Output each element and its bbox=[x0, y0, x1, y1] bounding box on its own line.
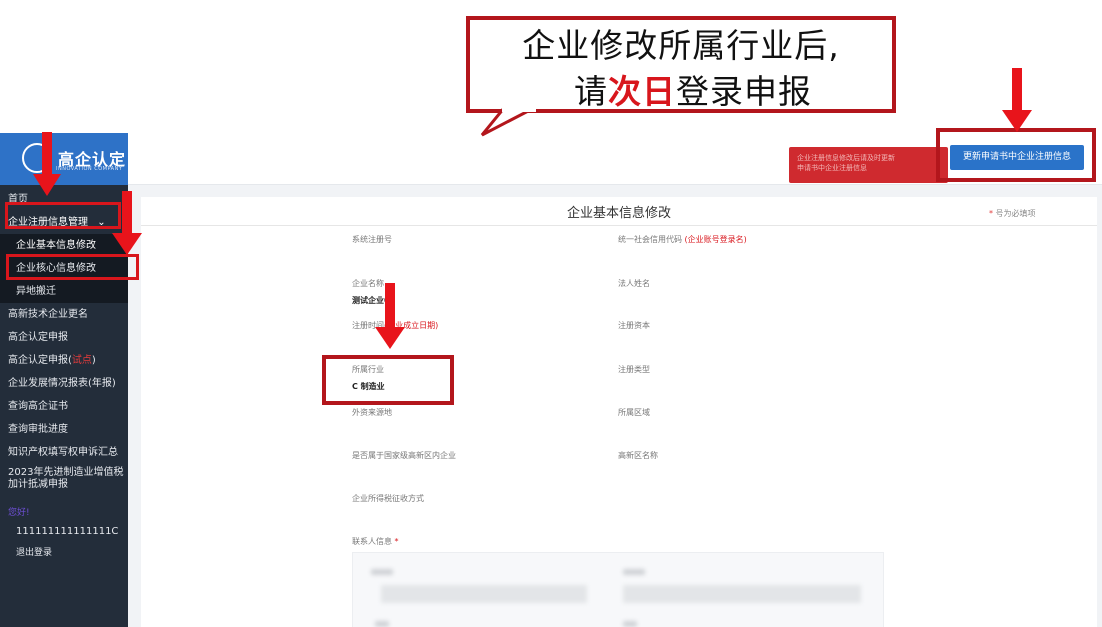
field-label-contact: 联系人信息 * bbox=[352, 536, 399, 547]
contact-required-star: * bbox=[394, 537, 399, 546]
notice-line-1: 企业注册信息修改后请及时更新 bbox=[797, 154, 895, 162]
blurred-field[interactable] bbox=[623, 585, 861, 603]
screenshot-stage: 企业修改所属行业后, 请次日登录申报 高企认定 INNOVATION COMPA… bbox=[0, 0, 1102, 627]
arrow-down-icon bbox=[33, 132, 61, 196]
title-divider bbox=[141, 225, 1097, 226]
logo[interactable]: 高企认定 INNOVATION COMPANY bbox=[0, 133, 128, 185]
blurred-label bbox=[371, 569, 393, 575]
field-label-sys-reg-no: 系统注册号 bbox=[352, 235, 392, 244]
logout-link[interactable]: 退出登录 bbox=[0, 545, 128, 558]
contact-label: 联系人信息 bbox=[352, 537, 392, 546]
arrow-down-icon bbox=[375, 283, 405, 349]
credit-code-label: 统一社会信用代码 bbox=[618, 235, 682, 244]
blurred-label bbox=[623, 569, 645, 575]
sidebar-item-certificate[interactable]: 查询高企证书 bbox=[0, 395, 128, 418]
instruction-callout: 企业修改所属行业后, 请次日登录申报 bbox=[466, 16, 896, 113]
callout-line-2-post: 登录申报 bbox=[676, 72, 812, 111]
callout-line-1: 企业修改所属行业后, bbox=[522, 26, 840, 65]
callout-highlight: 次日 bbox=[608, 72, 676, 111]
callout-line-2: 请次日登录申报 bbox=[470, 72, 892, 112]
field-label-zone-name: 高新区名称 bbox=[618, 451, 658, 460]
field-label-region: 所属区域 bbox=[618, 408, 650, 417]
field-label-national-zone: 是否属于国家级高新区内企业 bbox=[352, 451, 456, 460]
field-label-legal-rep: 法人姓名 bbox=[618, 279, 650, 288]
sidebar-item-rename[interactable]: 高新技术企业更名 bbox=[0, 303, 128, 326]
contact-card bbox=[352, 552, 884, 627]
field-label-foreign-source: 外资来源地 bbox=[352, 408, 392, 417]
page-title: 企业基本信息修改 bbox=[566, 206, 671, 221]
notice-line-2: 申请书中企业注册信息 bbox=[797, 164, 867, 172]
sidebar-item-apply-pilot[interactable]: 高企认定申报(试点) bbox=[0, 349, 128, 372]
field-label-tax-method: 企业所得税征收方式 bbox=[352, 494, 424, 503]
arrow-down-icon bbox=[112, 191, 142, 255]
sidebar-nav: 首页 企业注册信息管理 ⌄ 企业基本信息修改 企业核心信息修改 异地搬迁 高新技… bbox=[0, 188, 128, 558]
field-label-reg-type: 注册类型 bbox=[618, 365, 650, 374]
highlight-registration-group bbox=[5, 202, 121, 229]
field-label-credit-code: 统一社会信用代码 (企业账号登录名) bbox=[618, 234, 747, 245]
required-hint: * 号为必填项 bbox=[989, 208, 1036, 219]
sidebar-item-ip-appeal[interactable]: 知识产权填写权申诉汇总 bbox=[0, 441, 128, 464]
sidebar-item-vat-deduction[interactable]: 2023年先进制造业增值税加计抵减申报 bbox=[0, 467, 128, 491]
highlight-industry-field bbox=[322, 355, 454, 405]
sidebar-item-relocation[interactable]: 异地搬迁 bbox=[0, 280, 128, 303]
arrow-down-icon bbox=[1002, 68, 1032, 132]
greeting: 您好! bbox=[8, 508, 30, 518]
sidebar-item-annual-report[interactable]: 企业发展情况报表(年报) bbox=[0, 372, 128, 395]
sidebar-item-progress[interactable]: 查询审批进度 bbox=[0, 418, 128, 441]
callout-line-2-pre: 请 bbox=[574, 72, 608, 111]
sidebar-item-apply-pilot-label: 高企认定申报 bbox=[8, 355, 68, 366]
required-hint-text: 号为必填项 bbox=[993, 209, 1036, 218]
logo-subtext: INNOVATION COMPANY bbox=[56, 166, 123, 172]
user-id: 111111111111111C bbox=[16, 526, 119, 537]
blurred-label bbox=[623, 621, 637, 627]
field-label-reg-capital: 注册资本 bbox=[618, 321, 650, 330]
sidebar-item-apply[interactable]: 高企认定申报 bbox=[0, 326, 128, 349]
highlight-core-info-edit bbox=[6, 254, 139, 280]
blurred-label bbox=[375, 621, 389, 627]
callout-tail bbox=[480, 108, 536, 137]
sidebar-item-apply-pilot-suffix: ) bbox=[91, 355, 96, 366]
highlight-update-button bbox=[936, 128, 1096, 182]
credit-code-note: (企业账号登录名) bbox=[684, 235, 747, 244]
pilot-badge: 试点 bbox=[71, 355, 92, 366]
blurred-field[interactable] bbox=[381, 585, 587, 603]
update-notice: 企业注册信息修改后请及时更新 申请书中企业注册信息 bbox=[789, 147, 948, 183]
